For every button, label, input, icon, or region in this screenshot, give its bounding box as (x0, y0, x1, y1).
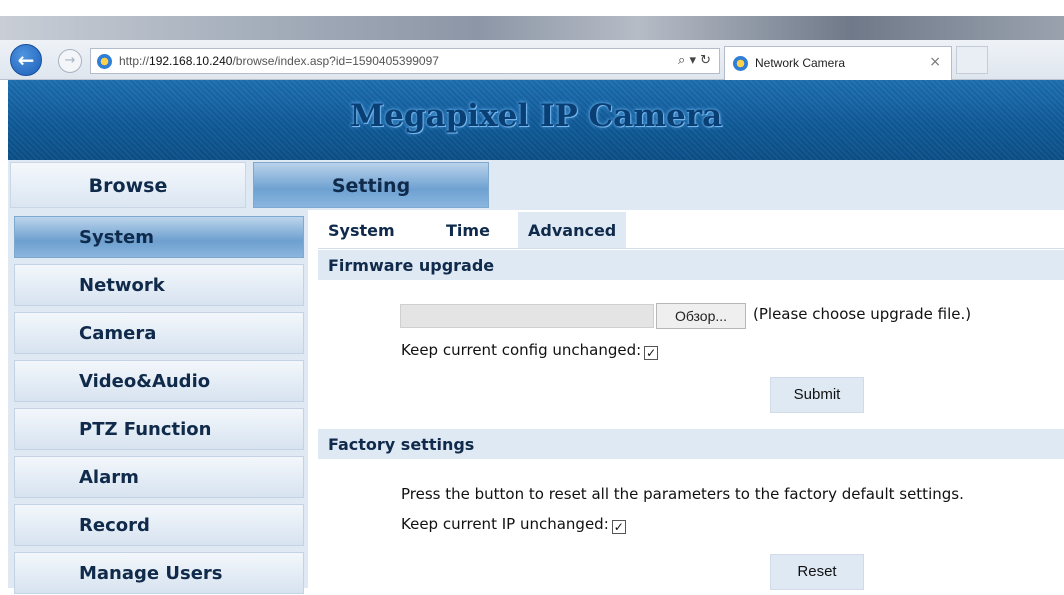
sidebar-item-system[interactable]: System (14, 216, 304, 258)
forward-button[interactable]: → (58, 49, 82, 73)
subtab-system[interactable]: System (318, 212, 405, 248)
firmware-section-header: Firmware upgrade (318, 250, 1064, 280)
keep-ip-checkbox[interactable]: ✓ (611, 520, 626, 534)
tab-ie-icon (733, 56, 748, 71)
top-nav: Browse Setting (8, 160, 1064, 210)
tab-browse[interactable]: Browse (10, 162, 246, 208)
camera-banner: Megapixel IP Camera (8, 80, 1064, 160)
keep-config-row: Keep current config unchanged: ✓ (401, 341, 659, 360)
keep-config-checkbox[interactable]: ✓ (644, 346, 659, 360)
subtab-advanced[interactable]: Advanced (518, 212, 627, 248)
browser-titlebar (0, 16, 1064, 40)
address-text[interactable]: http://192.168.10.240/browse/index.asp?i… (119, 54, 439, 68)
back-button[interactable]: ← (10, 44, 42, 76)
subtab-time[interactable]: Time (436, 212, 500, 248)
tab-close-icon[interactable]: × (929, 54, 941, 70)
new-tab-button[interactable] (956, 46, 988, 74)
sidebar-item-record[interactable]: Record (14, 504, 304, 546)
choose-file-hint: (Please choose upgrade file.) (753, 305, 972, 323)
browse-file-button[interactable]: Обзор... (656, 303, 746, 329)
sidebar-item-network[interactable]: Network (14, 264, 304, 306)
firmware-file-input[interactable] (400, 304, 654, 328)
sidebar-item-camera[interactable]: Camera (14, 312, 304, 354)
tab-setting[interactable]: Setting (253, 162, 489, 208)
keep-config-label: Keep current config unchanged: (401, 341, 642, 359)
subtab-divider (318, 248, 1064, 249)
reset-button[interactable]: Reset (770, 554, 864, 590)
sidebar-item-video-audio[interactable]: Video&Audio (14, 360, 304, 402)
sidebar-item-alarm[interactable]: Alarm (14, 456, 304, 498)
sidebar-item-ptz-function[interactable]: PTZ Function (14, 408, 304, 450)
factory-reset-note: Press the button to reset all the parame… (401, 485, 964, 503)
sidebar: System Network Camera Video&Audio PTZ Fu… (8, 210, 308, 594)
browser-toolbar: ← → http://192.168.10.240/browse/index.a… (0, 40, 1064, 80)
keep-ip-label: Keep current IP unchanged: (401, 515, 609, 533)
page-title: Megapixel IP Camera (349, 98, 723, 134)
browser-top-strip (0, 0, 1064, 16)
submit-button[interactable]: Submit (770, 377, 864, 413)
search-refresh-icons[interactable]: ⌕ ▾ ↻ (678, 53, 711, 68)
factory-section-header: Factory settings (318, 429, 1064, 459)
tab-title: Network Camera (755, 56, 846, 70)
ie-page-icon (97, 54, 112, 69)
address-bar[interactable]: http://192.168.10.240/browse/index.asp?i… (90, 48, 720, 74)
keep-ip-row: Keep current IP unchanged: ✓ (401, 515, 626, 534)
browser-tab[interactable]: Network Camera × (724, 46, 952, 80)
